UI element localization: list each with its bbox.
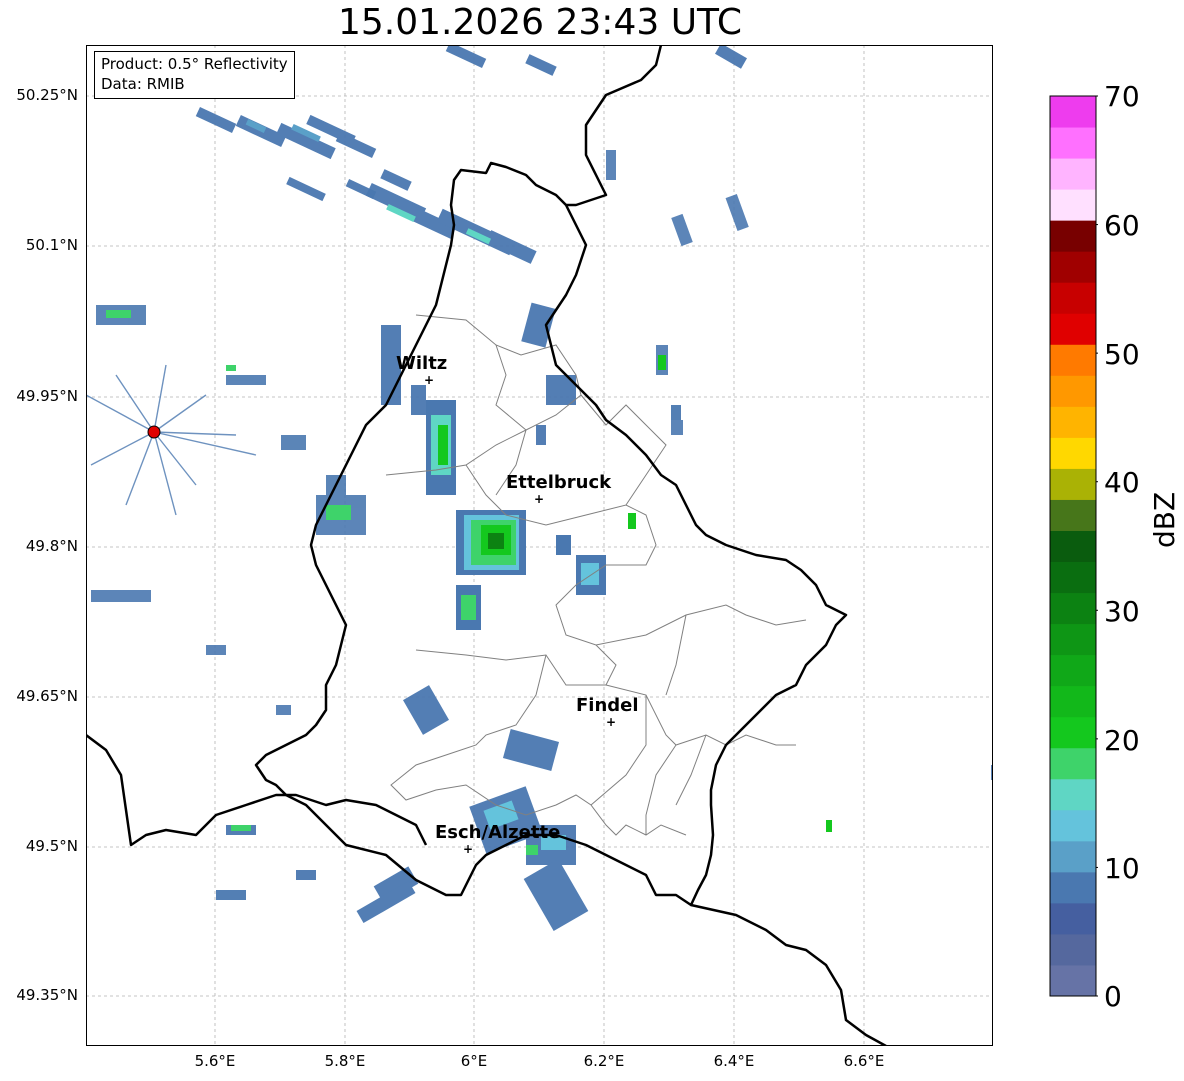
- colorbar-segment: [1050, 189, 1096, 221]
- colorbar-segment: [1050, 499, 1096, 531]
- colorbar-segment: [1050, 344, 1096, 376]
- lon-label: 6.2°E: [583, 1052, 625, 1070]
- colorbar-segment: [1050, 282, 1096, 314]
- data-source-label: Data: RMIB: [101, 75, 185, 93]
- radar-map[interactable]: Wiltz + Ettelbruck + Findel + Esch/Alzet…: [86, 45, 993, 1046]
- city-label-findel: Findel: [576, 695, 639, 716]
- colorbar-segment: [1050, 530, 1096, 563]
- colorbar: [1049, 95, 1098, 997]
- colorbar-tick-label: 50: [1104, 338, 1140, 371]
- colorbar-tick-label: 0: [1104, 980, 1122, 1013]
- lat-label: 50.1°N: [25, 236, 78, 254]
- colorbar-segment: [1050, 933, 1096, 966]
- colorbar-segment: [1050, 778, 1096, 811]
- colorbar-segment: [1050, 964, 1096, 997]
- colorbar-segment: [1050, 375, 1096, 407]
- product-label: Product: 0.5° Reflectivity: [101, 55, 288, 73]
- colorbar-segment: [1050, 437, 1096, 469]
- city-label-ettelbruck: Ettelbruck: [506, 472, 612, 493]
- lon-label: 6.4°E: [713, 1052, 755, 1070]
- colorbar-segment: [1050, 840, 1096, 873]
- city-marker-wiltz: +: [424, 373, 434, 387]
- city-label-wiltz: Wiltz: [396, 353, 447, 374]
- colorbar-tick-label: 70: [1104, 80, 1140, 113]
- colorbar-segment: [1050, 623, 1096, 656]
- lon-label: 6°E: [460, 1052, 488, 1070]
- lat-label: 49.65°N: [16, 687, 78, 705]
- lat-label: 49.95°N: [16, 387, 78, 405]
- colorbar-segment: [1050, 592, 1096, 625]
- city-marker-esch: +: [463, 842, 473, 856]
- colorbar-segment: [1050, 871, 1096, 904]
- map-title: 15.01.2026 23:43 UTC: [337, 2, 743, 43]
- colorbar-tick-label: 40: [1104, 466, 1140, 499]
- colorbar-tick-label: 60: [1104, 209, 1140, 242]
- colorbar-segment: [1050, 902, 1096, 935]
- colorbar-segment: [1050, 685, 1096, 718]
- colorbar-segment: [1050, 809, 1096, 842]
- city-marker-findel: +: [606, 715, 616, 729]
- colorbar-segment: [1050, 654, 1096, 687]
- map-canvas: Wiltz + Ettelbruck + Findel + Esch/Alzet…: [86, 45, 993, 1046]
- lon-label: 5.8°E: [324, 1052, 366, 1070]
- city-marker-ettelbruck: +: [534, 492, 544, 506]
- lat-label: 49.8°N: [25, 537, 78, 555]
- lon-label: 5.6°E: [194, 1052, 236, 1070]
- colorbar-title: dBZ: [1148, 491, 1181, 548]
- colorbar-segment: [1050, 251, 1096, 283]
- colorbar-segment: [1050, 716, 1096, 749]
- colorbar-segment: [1050, 747, 1096, 780]
- colorbar-segment: [1050, 313, 1096, 345]
- colorbar-tick-label: 10: [1104, 852, 1140, 885]
- colorbar-segment: [1050, 406, 1096, 438]
- lat-label: 49.5°N: [25, 837, 78, 855]
- lat-label: 49.35°N: [16, 986, 78, 1004]
- colorbar-segment: [1050, 220, 1096, 252]
- lon-label: 6.6°E: [843, 1052, 885, 1070]
- colorbar-segment: [1050, 468, 1096, 500]
- colorbar-tick-label: 30: [1104, 595, 1140, 628]
- radar-site-marker: [147, 425, 161, 439]
- city-label-esch: Esch/Alzette: [435, 822, 560, 843]
- lat-label: 50.25°N: [16, 86, 78, 104]
- colorbar-segment: [1050, 561, 1096, 594]
- colorbar-segment: [1050, 127, 1096, 159]
- colorbar-segment: [1050, 96, 1096, 128]
- colorbar-tick-label: 20: [1104, 724, 1140, 757]
- product-info-box: Product: 0.5° Reflectivity Data: RMIB: [94, 51, 295, 99]
- colorbar-segment: [1050, 158, 1096, 190]
